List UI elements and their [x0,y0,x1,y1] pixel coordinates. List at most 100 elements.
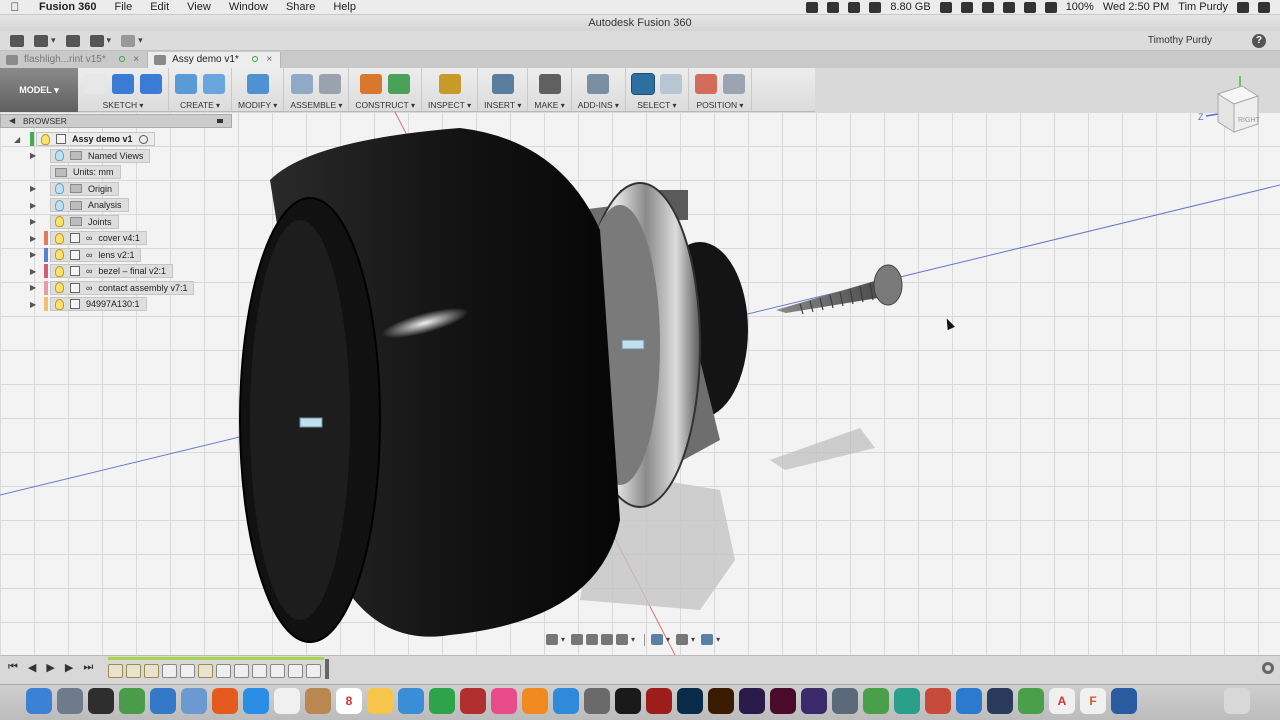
browser-row[interactable]: ▶ 94997A130:1 [30,296,232,313]
notifications-icon[interactable] [1258,1,1270,13]
trash-icon[interactable] [1224,688,1250,714]
insert-tool-icon[interactable] [491,74,514,94]
tumblr-icon[interactable] [956,688,982,714]
expand-arrow-icon[interactable]: ▶ [30,283,36,292]
browser-row[interactable]: ▶ Named Views [30,148,232,165]
ribbon-group-insert[interactable]: INSERT [478,68,529,111]
ribbon-group-label[interactable]: MODIFY [238,100,277,110]
inspect-tool-icon[interactable] [438,74,461,94]
visibility-bulb-icon[interactable] [55,150,64,162]
preview-icon[interactable] [181,688,207,714]
dropbox-icon[interactable] [806,1,819,13]
visibility-bulb-icon[interactable] [55,232,64,244]
visibility-bulb-icon[interactable] [55,298,64,310]
workspace-switcher[interactable]: MODEL ▾ [0,68,78,112]
expand-arrow-icon[interactable]: ▶ [30,151,36,160]
file-icon[interactable] [34,34,48,47]
browser-node[interactable]: Named Views [50,148,151,163]
ribbon-group-label[interactable]: CONSTRUCT [355,100,415,110]
timeline-feature-icon[interactable] [162,664,177,678]
fusion-360-icon[interactable]: F [1080,688,1106,714]
root-component[interactable]: Assy demo v1 [36,132,155,147]
ribbon-group-label[interactable]: ADD-INS [578,100,619,110]
ibooks-icon[interactable] [522,688,548,714]
grid-settings-icon[interactable] [676,634,689,645]
joint-glyph[interactable] [299,417,323,428]
assemble-tool-icon[interactable] [319,74,342,94]
activity-icon[interactable] [869,1,882,13]
browser-node[interactable]: Units: mm [50,165,121,180]
orbit-icon[interactable] [546,634,558,645]
timeline-marker[interactable] [325,659,329,679]
sketch-tool-icon[interactable] [84,74,106,94]
viewcube-face-label[interactable]: RIGHT [1238,117,1261,124]
timeline-feature-icon[interactable] [306,664,321,678]
menu-app-name[interactable]: Fusion 360 [30,1,105,13]
ribbon-group-label[interactable]: POSITION [696,100,743,110]
browser-row[interactable]: ▶ Origin [30,181,232,198]
position-tool-icon[interactable] [694,74,717,94]
browser-root-row[interactable]: ◢ Assy demo v1 [14,131,232,148]
chevron-down-icon[interactable]: ▾ [666,635,670,644]
data-panel-icon[interactable] [10,34,24,47]
visibility-bulb-icon[interactable] [55,183,64,195]
tab-assy-demo[interactable]: Assy demo v1* × [148,52,282,68]
clock[interactable]: Wed 2:50 PM [1103,1,1169,13]
ribbon-group-label[interactable]: SELECT [637,100,676,110]
timeline-joint-icon[interactable] [126,664,141,678]
menu-help[interactable]: Help [324,1,365,13]
ribbon-group-select[interactable]: SELECT [626,68,689,111]
create-tool-icon[interactable] [175,74,197,94]
menu-window[interactable]: Window [220,1,277,13]
construct-tool-icon[interactable] [360,74,383,94]
intellij-icon[interactable] [615,688,641,714]
keyboard-icon[interactable] [832,688,858,714]
app-store-icon[interactable] [553,688,579,714]
volume-icon[interactable] [1044,1,1057,13]
ribbon-group-label[interactable]: CREATE [180,100,220,110]
game-icon[interactable] [863,688,889,714]
expand-arrow-icon[interactable]: ◢ [14,135,20,144]
expand-arrow-icon[interactable]: ▶ [30,217,36,226]
wifi-icon[interactable] [1023,1,1036,13]
browser-row[interactable]: ▶ ∞ bezel – final v2:1 [30,263,232,280]
look-at-icon[interactable] [571,634,584,645]
menu-share[interactable]: Share [277,1,324,13]
media-encoder-icon[interactable] [801,688,827,714]
close-icon[interactable]: × [133,54,139,65]
browser-node[interactable]: ∞ contact assembly v7:1 [50,280,195,295]
activate-radio-icon[interactable] [138,134,148,144]
add-ins-tool-icon[interactable] [587,74,610,94]
browser-node[interactable]: Joints [50,214,119,229]
visibility-bulb-icon[interactable] [55,199,64,211]
photoshop-icon[interactable] [677,688,703,714]
ribbon-group-position[interactable]: POSITION [689,68,752,111]
construct-tool-icon[interactable] [388,74,411,94]
pan-icon[interactable] [586,634,599,645]
firefox-icon[interactable] [212,688,238,714]
make-tool-icon[interactable] [538,74,561,94]
modify-tool-icon[interactable] [246,74,269,94]
system-preferences-icon[interactable] [584,688,610,714]
browser-node[interactable]: ∞ bezel – final v2:1 [50,264,173,279]
visibility-bulb-icon[interactable] [41,133,50,145]
ribbon-group-label[interactable]: ASSEMBLE [290,100,342,110]
chevron-down-icon[interactable]: ▾ [138,35,143,46]
minimize-icon[interactable] [217,119,223,123]
ribbon-group-inspect[interactable]: INSPECT [422,68,479,111]
timeline-joint-icon[interactable] [108,664,123,678]
visibility-bulb-icon[interactable] [55,249,64,261]
expand-arrow-icon[interactable]: ▶ [30,184,36,193]
user-name[interactable]: Tim Purdy [1178,1,1228,13]
expand-arrow-icon[interactable]: ▶ [30,267,36,276]
finder-icon[interactable] [26,688,52,714]
sketch-tool-icon[interactable] [112,74,134,94]
visibility-bulb-icon[interactable] [55,216,64,228]
stickies-icon[interactable] [367,688,393,714]
browser-node[interactable]: ∞ cover v4:1 [50,231,147,246]
timeline-joint-icon[interactable] [198,664,213,678]
browser-node[interactable]: Analysis [50,198,129,213]
ribbon-group-assemble[interactable]: ASSEMBLE [284,68,350,111]
chevron-down-icon[interactable]: ▾ [107,35,112,46]
calendar-icon[interactable]: 8 [336,688,362,714]
